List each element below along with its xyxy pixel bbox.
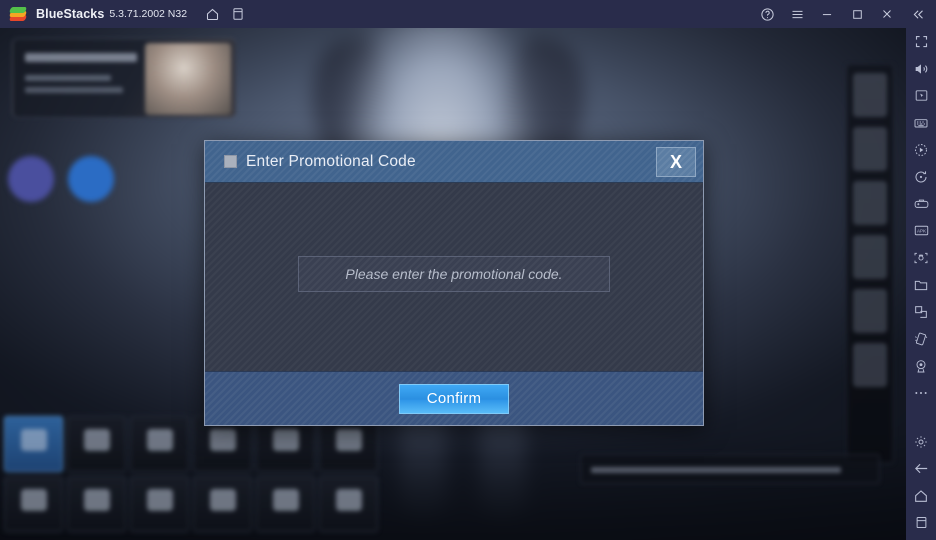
facebook-icon[interactable] xyxy=(68,156,114,202)
svg-text:APK: APK xyxy=(916,228,925,233)
bluestacks-sidebar: APK xyxy=(906,28,936,540)
app-title: BlueStacks xyxy=(36,7,105,21)
back-arrow-icon[interactable] xyxy=(906,455,936,482)
fullscreen-icon[interactable] xyxy=(906,28,936,55)
settings-gear-icon[interactable] xyxy=(906,428,936,455)
social-links[interactable] xyxy=(8,156,114,202)
collapse-sidebar-icon[interactable] xyxy=(902,1,932,27)
game-chat-bar[interactable] xyxy=(580,454,880,484)
game-menu-tile[interactable] xyxy=(67,416,126,472)
app-version: 5.3.71.2002 N32 xyxy=(109,8,188,20)
game-menu-tile[interactable] xyxy=(193,476,252,532)
dialog-footer: Confirm xyxy=(205,371,703,425)
menu-icon[interactable] xyxy=(782,1,812,27)
confirm-button[interactable]: Confirm xyxy=(399,383,509,414)
game-promo-banner[interactable] xyxy=(12,38,236,118)
keyboard-controls-icon[interactable] xyxy=(906,109,936,136)
volume-icon[interactable] xyxy=(906,55,936,82)
game-menu-item[interactable] xyxy=(853,181,887,225)
game-menu-tile[interactable] xyxy=(67,476,126,532)
home-icon[interactable] xyxy=(199,1,225,27)
help-icon[interactable] xyxy=(752,1,782,27)
multi-instance-icon[interactable] xyxy=(225,1,251,27)
promotional-code-dialog: Enter Promotional Code X Confirm xyxy=(204,140,704,426)
multi-instance-sync-icon[interactable] xyxy=(906,298,936,325)
recent-apps-icon[interactable] xyxy=(906,509,936,536)
screenshot-icon[interactable] xyxy=(906,244,936,271)
android-home-icon[interactable] xyxy=(906,482,936,509)
game-menu-tile[interactable] xyxy=(4,416,63,472)
promo-code-input-wrapper[interactable] xyxy=(298,256,610,292)
dialog-body xyxy=(205,183,703,371)
shake-icon[interactable] xyxy=(906,325,936,352)
location-icon[interactable] xyxy=(906,352,936,379)
maximize-icon[interactable] xyxy=(842,1,872,27)
minimize-icon[interactable] xyxy=(812,1,842,27)
dialog-close-button[interactable]: X xyxy=(656,147,696,177)
close-icon[interactable] xyxy=(872,1,902,27)
macro-record-icon[interactable] xyxy=(906,136,936,163)
game-menu-tile[interactable] xyxy=(256,476,315,532)
title-bar: BlueStacks 5.3.71.2002 N32 xyxy=(0,0,936,28)
game-menu-tile[interactable] xyxy=(130,476,189,532)
cursor-controls-icon[interactable] xyxy=(906,82,936,109)
more-options-icon[interactable] xyxy=(906,379,936,406)
game-bottom-menu[interactable] xyxy=(4,416,378,532)
media-folder-icon[interactable] xyxy=(906,271,936,298)
game-menu-item[interactable] xyxy=(853,127,887,171)
bluestacks-window: BlueStacks 5.3.71.2002 N32 Enter Promoti… xyxy=(0,0,936,540)
rotate-icon[interactable] xyxy=(906,163,936,190)
dialog-square-icon xyxy=(224,155,237,168)
game-menu-item[interactable] xyxy=(853,289,887,333)
game-menu-item[interactable] xyxy=(853,73,887,117)
game-menu-tile[interactable] xyxy=(4,476,63,532)
game-side-menu[interactable] xyxy=(846,64,894,464)
game-menu-tile[interactable] xyxy=(130,416,189,472)
gamepad-icon[interactable] xyxy=(906,190,936,217)
promo-code-input[interactable] xyxy=(305,266,603,282)
dialog-header: Enter Promotional Code X xyxy=(205,141,703,183)
dialog-title: Enter Promotional Code xyxy=(246,152,416,170)
game-menu-tile[interactable] xyxy=(319,476,378,532)
game-menu-item[interactable] xyxy=(853,235,887,279)
apk-install-icon[interactable]: APK xyxy=(906,217,936,244)
game-menu-item[interactable] xyxy=(853,343,887,387)
bluestacks-logo-icon xyxy=(8,5,28,23)
discord-icon[interactable] xyxy=(8,156,54,202)
